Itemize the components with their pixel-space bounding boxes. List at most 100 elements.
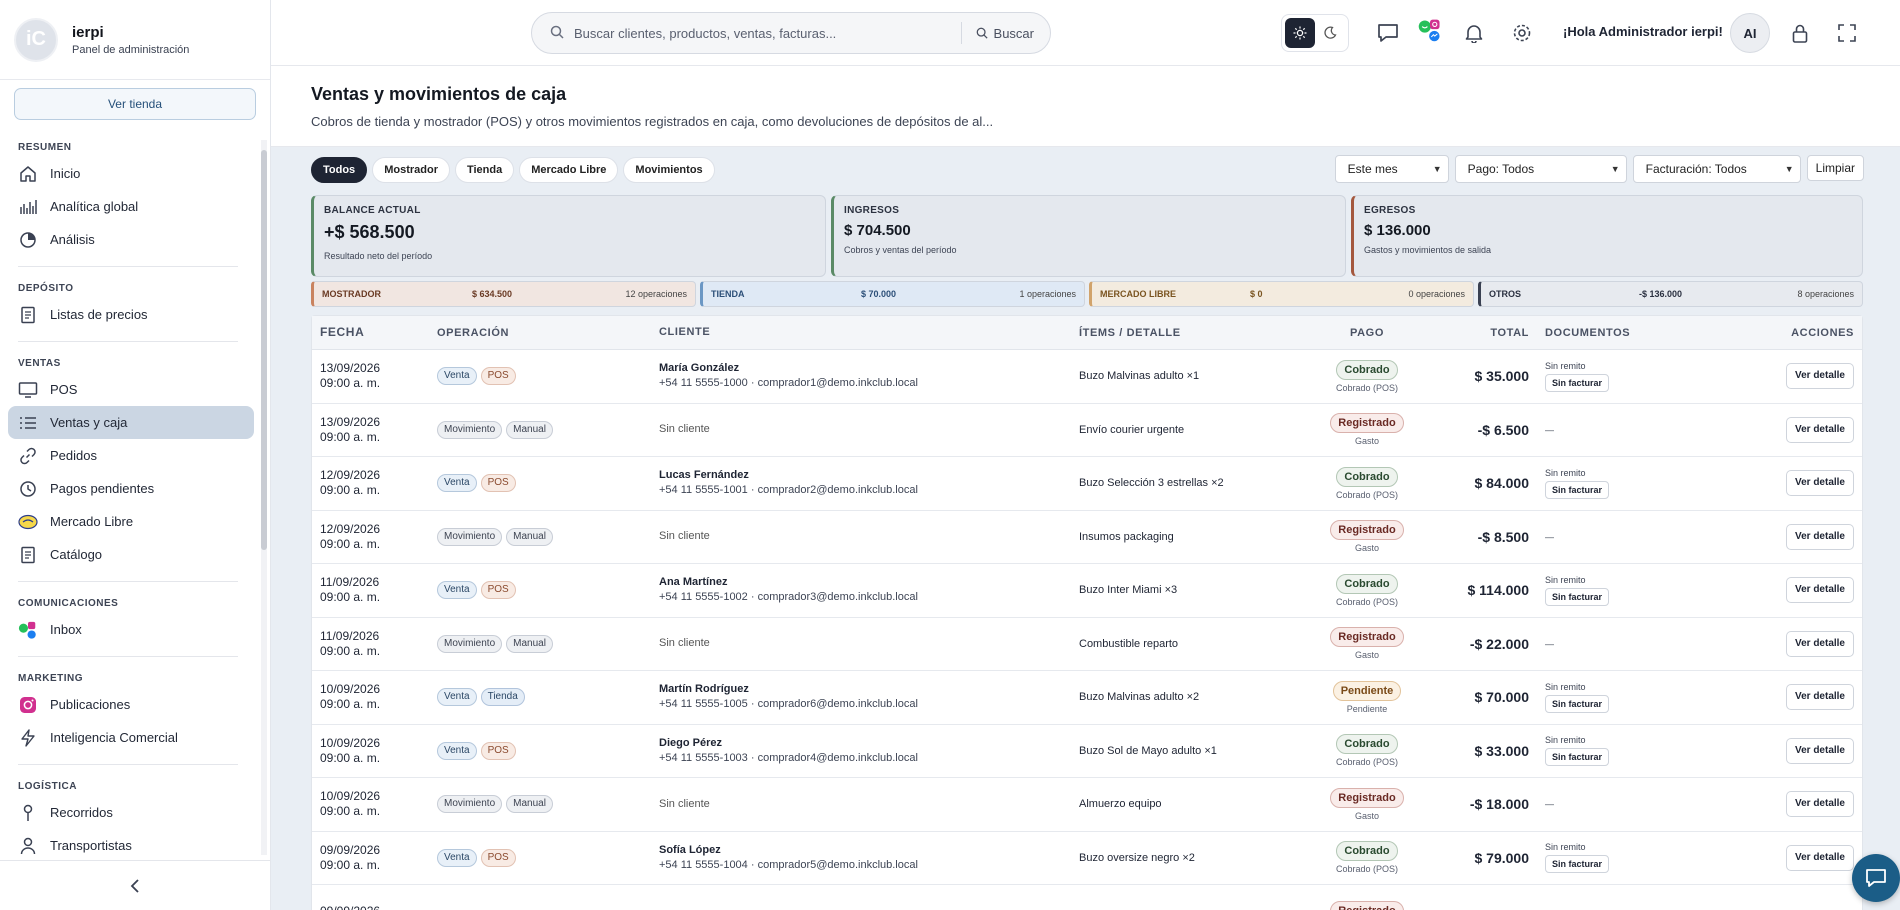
- sidebar-item-listas-de-precios[interactable]: Listas de precios: [8, 298, 254, 331]
- sidebar-item-inteligencia-comercial[interactable]: Inteligencia Comercial: [8, 721, 254, 754]
- payment-sub: Gasto: [1354, 810, 1379, 821]
- view-detail-button[interactable]: Ver detalle: [1785, 791, 1854, 818]
- view-detail-button[interactable]: Ver detalle: [1785, 416, 1854, 443]
- row-operation: Venta POS: [437, 474, 659, 493]
- view-detail-button[interactable]: Ver detalle: [1785, 470, 1854, 497]
- sidebar-item-inicio[interactable]: Inicio: [8, 157, 254, 190]
- tab-movimientos[interactable]: Movimientos: [623, 157, 715, 183]
- row-detail: Insumos packaging: [1079, 530, 1174, 543]
- sidebar-item-publicaciones[interactable]: Publicaciones: [8, 688, 254, 721]
- summary-cards: Balance actual +$ 568.500 Resultado neto…: [311, 195, 1863, 277]
- lock-icon[interactable]: [1787, 20, 1813, 46]
- row-date-cell: 11/09/2026 09:00 a. m.: [312, 575, 437, 605]
- client-name: Diego Pérez: [659, 736, 722, 749]
- view-detail-button[interactable]: Ver detalle: [1785, 737, 1854, 764]
- period-select[interactable]: Este mes ▼: [1334, 155, 1449, 183]
- nav-separator: [18, 341, 238, 342]
- sidebar-item-catálogo[interactable]: Catálogo: [8, 538, 254, 571]
- row-payment: Registrado Gasto: [1307, 520, 1427, 553]
- balance-label: Balance actual: [324, 205, 421, 216]
- view-store-button[interactable]: Ver tienda: [14, 88, 256, 120]
- dark-mode-button[interactable]: [1315, 18, 1345, 48]
- light-mode-button[interactable]: [1285, 18, 1315, 48]
- sidebar-item-label: Inicio: [50, 166, 81, 181]
- tab-todos[interactable]: Todos: [311, 157, 368, 183]
- invoice-status-button[interactable]: Sin facturar: [1545, 748, 1610, 767]
- row-payment: Registrado: [1307, 901, 1427, 910]
- operation-tag: Movimiento: [437, 795, 503, 814]
- col-acciones: Acciones: [1791, 326, 1854, 339]
- sidebar-nav: Resumen Inicio Analítica global Análisis Dep…: [0, 140, 256, 860]
- support-chat-button[interactable]: [1852, 854, 1900, 902]
- sidebar-scrollbar[interactable]: [261, 140, 267, 855]
- payment-select[interactable]: Pago: Todos ▼: [1454, 155, 1627, 183]
- payment-status-badge: Registrado: [1330, 787, 1404, 808]
- table-row: 13/09/2026 09:00 a. m. Venta POS María Gonzá…: [312, 350, 1862, 404]
- sidebar-item-pagos-pendientes[interactable]: Pagos pendientes: [8, 472, 254, 505]
- billing-select[interactable]: Facturación: Todos ▼: [1632, 155, 1801, 183]
- sidebar-item-ventas-y-caja[interactable]: Ventas y caja: [8, 406, 254, 439]
- messaging-apps-icon[interactable]: [1417, 17, 1443, 43]
- view-detail-button[interactable]: Ver detalle: [1785, 684, 1854, 711]
- brand[interactable]: iC ierpi Panel de administración: [0, 0, 270, 80]
- tab-tienda[interactable]: Tienda: [454, 157, 515, 183]
- sidebar-item-pos[interactable]: POS: [8, 373, 254, 406]
- invoice-status-button[interactable]: Sin facturar: [1545, 373, 1610, 392]
- view-detail-button[interactable]: Ver detalle: [1785, 844, 1854, 871]
- sidebar-item-mercado-libre[interactable]: Mercado Libre: [8, 505, 254, 538]
- payment-sub: Gasto: [1354, 543, 1379, 554]
- row-operation: Venta POS: [437, 581, 659, 600]
- view-detail-button[interactable]: Ver detalle: [1785, 363, 1854, 390]
- greeting: ¡Hola Administrador ierpi!: [1563, 24, 1723, 39]
- sidebar-item-label: Listas de precios: [50, 307, 148, 322]
- sidebar-item-análisis[interactable]: Análisis: [8, 223, 254, 256]
- sidebar-item-inbox[interactable]: Inbox: [8, 613, 254, 646]
- person-icon: [18, 836, 38, 856]
- income-sub: Cobros y ventas del período: [844, 245, 957, 255]
- row-client: Diego Pérez +54 11 5555-1003 · comprador4…: [659, 736, 1079, 766]
- row-documents: Sin remito Sin facturar: [1529, 842, 1729, 874]
- operation-tag: Manual: [506, 795, 553, 814]
- sidebar-item-recorridos[interactable]: Recorridos: [8, 796, 254, 829]
- view-detail-button[interactable]: Ver detalle: [1785, 577, 1854, 604]
- pin-icon: [18, 803, 38, 823]
- payment-status-badge: Registrado: [1330, 901, 1404, 910]
- invoice-status-button[interactable]: Sin facturar: [1545, 694, 1610, 713]
- balance-sub: Resultado neto del período: [324, 251, 433, 261]
- page-header: Ventas y movimientos de caja Cobros de t…: [271, 66, 1900, 147]
- collapse-sidebar-button[interactable]: [0, 860, 270, 910]
- sidebar-item-pedidos[interactable]: Pedidos: [8, 439, 254, 472]
- sidebar-item-transportistas[interactable]: Transportistas: [8, 829, 254, 860]
- row-client: Sofía López +54 11 5555-1004 · comprador5…: [659, 843, 1079, 873]
- invoice-status-button[interactable]: Sin facturar: [1545, 480, 1610, 499]
- row-actions: Ver detalle: [1729, 630, 1862, 657]
- tab-mostrador[interactable]: Mostrador: [372, 157, 450, 183]
- operation-tag: Venta: [437, 367, 477, 386]
- row-time: 09:00 a. m.: [320, 590, 381, 605]
- tab-mercado-libre[interactable]: Mercado Libre: [519, 157, 619, 183]
- clear-filters-button[interactable]: Limpiar: [1806, 155, 1864, 181]
- invoice-status-button[interactable]: Sin facturar: [1545, 587, 1610, 606]
- bell-icon[interactable]: [1461, 20, 1487, 46]
- view-detail-button[interactable]: Ver detalle: [1785, 523, 1854, 550]
- chevron-down-icon: ▼: [1784, 164, 1794, 174]
- gear-icon[interactable]: [1509, 20, 1535, 46]
- row-date: 11/09/2026: [320, 575, 380, 590]
- fullscreen-icon[interactable]: [1834, 20, 1860, 46]
- row-date: 10/09/2026: [320, 735, 381, 750]
- avatar[interactable]: AI: [1730, 13, 1770, 53]
- chat-icon[interactable]: [1375, 20, 1401, 46]
- row-payment: Cobrado Cobrado (POS): [1307, 573, 1427, 607]
- document-icon: [18, 305, 38, 325]
- search-button[interactable]: Buscar: [960, 22, 1050, 44]
- row-actions: Ver detalle: [1729, 523, 1862, 550]
- sidebar-item-analítica-global[interactable]: Analítica global: [8, 190, 254, 223]
- messaging-apps-icon: [18, 620, 38, 640]
- invoice-status-button[interactable]: Sin facturar: [1545, 855, 1610, 874]
- row-operation: Movimiento Manual: [437, 420, 659, 439]
- view-detail-button[interactable]: Ver detalle: [1785, 630, 1854, 657]
- row-total: $ 114.000: [1467, 582, 1529, 599]
- nav-section-title: Logística: [18, 781, 77, 792]
- row-detail: Almuerzo equipo: [1079, 798, 1162, 811]
- search-input[interactable]: [574, 13, 961, 53]
